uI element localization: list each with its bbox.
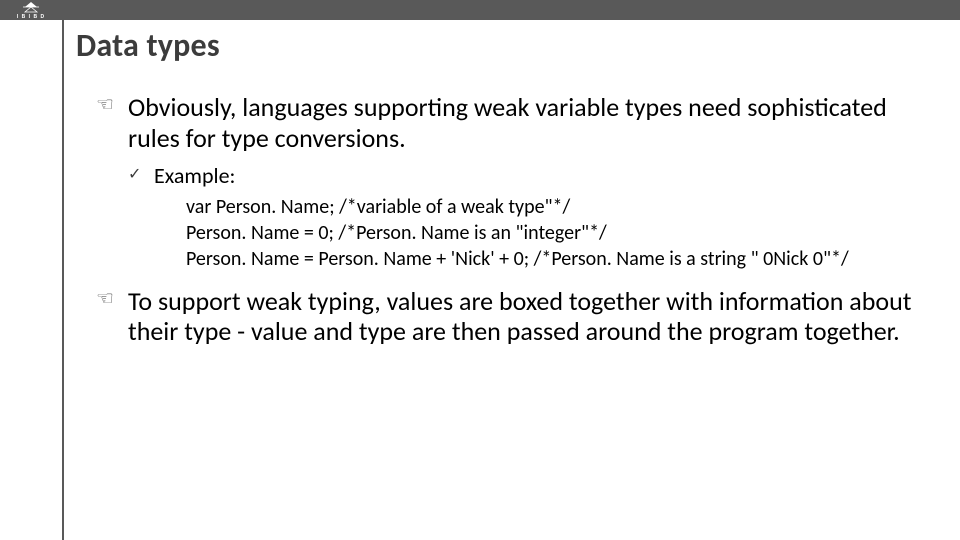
logo: I B I B D: [0, 0, 62, 20]
code-line: var Person. Name; /*variable of a weak t…: [186, 194, 932, 220]
top-bar: [0, 0, 960, 20]
logo-text: I B I B D: [17, 14, 45, 19]
bullet-item: ☜ Obviously, languages supporting weak v…: [96, 92, 932, 153]
left-vertical-rule: [62, 20, 64, 540]
bullet-text: To support weak typing, values are boxed…: [128, 285, 911, 348]
code-line: Person. Name = Person. Name + 'Nick' + 0…: [186, 246, 932, 272]
slide-content: ☜ Obviously, languages supporting weak v…: [96, 92, 932, 357]
check-bullet-icon: ✓: [128, 165, 141, 184]
hand-bullet-icon: ☜: [96, 288, 114, 312]
slide-title: Data types: [76, 26, 220, 65]
code-line: Person. Name = 0; /*Person. Name is an "…: [186, 220, 932, 246]
code-block: var Person. Name; /*variable of a weak t…: [186, 194, 932, 272]
slide: I B I B D Data types ☜ Obviously, langua…: [0, 0, 960, 540]
hand-bullet-icon: ☜: [96, 94, 114, 118]
bullet-text: Obviously, languages supporting weak var…: [128, 91, 887, 154]
bullet-item: ☜ To support weak typing, values are box…: [96, 286, 932, 347]
sub-bullet-item: ✓ Example:: [128, 163, 932, 189]
sub-bullet-text: Example:: [154, 162, 235, 189]
